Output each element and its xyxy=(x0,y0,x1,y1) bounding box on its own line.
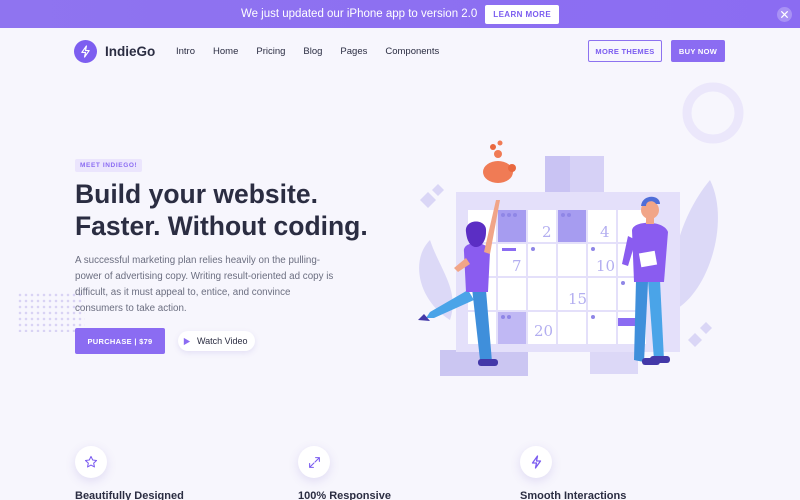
nav-item-pages[interactable]: Pages xyxy=(340,46,367,57)
calendar-event xyxy=(502,248,516,251)
nav-item-intro[interactable]: Intro xyxy=(176,46,195,57)
nav-item-blog[interactable]: Blog xyxy=(303,46,322,57)
diamond-shape xyxy=(700,322,712,334)
hero-headline: Build your website. Faster. Without codi… xyxy=(75,178,375,242)
more-themes-button[interactable]: MORE THEMES xyxy=(588,40,662,62)
buy-now-button[interactable]: BUY NOW xyxy=(671,40,725,62)
calendar-number: 4 xyxy=(600,223,610,241)
nav-item-components[interactable]: Components xyxy=(385,46,439,57)
decorative-ring xyxy=(682,82,744,144)
nav-item-pricing[interactable]: Pricing xyxy=(256,46,285,57)
bolt-logo-icon xyxy=(74,40,97,63)
announcement-bar: We just updated our iPhone app to versio… xyxy=(0,0,800,28)
feature-expand-badge xyxy=(298,446,330,478)
purchase-button[interactable]: PURCHASE | $79 xyxy=(75,328,165,354)
feature-bolt-badge xyxy=(520,446,552,478)
close-icon[interactable] xyxy=(777,7,792,22)
expand-icon xyxy=(308,456,320,468)
watch-video-label: Watch Video xyxy=(197,336,248,346)
hero-illustration: 2 4 7 10 15 20 xyxy=(418,140,718,376)
calendar-number: 15 xyxy=(568,290,587,308)
calendar-number: 10 xyxy=(596,257,615,275)
illus-block xyxy=(570,156,604,192)
hero-tag: MEET INDIEGO! xyxy=(75,159,143,172)
headline-line-1: Build your website. xyxy=(75,179,318,209)
feature-title-responsive: 100% Responsive xyxy=(298,490,391,500)
announcement-text: We just updated our iPhone app to versio… xyxy=(240,8,478,20)
star-icon xyxy=(84,455,98,468)
main-nav: Intro Home Pricing Blog Pages Components xyxy=(176,46,457,57)
calendar-number: 7 xyxy=(512,257,522,275)
feature-star-badge xyxy=(75,446,107,478)
headline-line-2: Faster. Without coding. xyxy=(75,211,368,241)
nav-item-home[interactable]: Home xyxy=(213,46,238,57)
calendar-number: 20 xyxy=(534,322,553,340)
brand-name: IndieGo xyxy=(105,44,156,59)
diamond-shape xyxy=(432,184,444,196)
feature-title-interactions: Smooth Interactions xyxy=(520,490,627,500)
logo[interactable]: IndieGo xyxy=(74,40,155,63)
learn-more-button[interactable]: LEARN MORE xyxy=(485,4,560,24)
hero-description: A successful marketing plan relies heavi… xyxy=(75,255,334,314)
feature-title-designed: Beautifully Designed xyxy=(75,490,184,500)
watch-video-button[interactable]: Watch Video xyxy=(178,331,255,351)
diamond-shape xyxy=(688,333,702,347)
calendar-number: 2 xyxy=(542,223,552,241)
diamond-shape xyxy=(420,192,436,208)
play-icon xyxy=(183,337,191,345)
illus-block xyxy=(590,352,638,374)
bolt-icon xyxy=(531,455,541,469)
